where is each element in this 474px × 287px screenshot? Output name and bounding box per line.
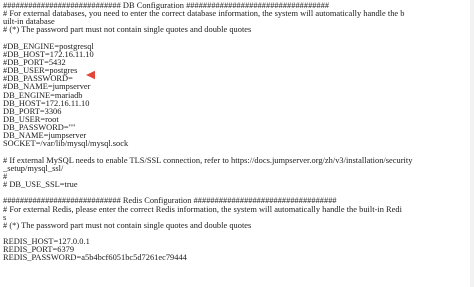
code-line: # (*) The password part must not contain… [3, 25, 252, 35]
code-line: SOCKET=/var/lib/mysql/mysql.sock [3, 139, 129, 149]
code-line: REDIS_PASSWORD=a5b4bcf6051bc5d7261ec7944… [3, 253, 187, 263]
text-editor[interactable]: ############################ DB Configur… [0, 0, 474, 287]
code-line: # For external Redis, please enter the c… [3, 204, 402, 214]
vertical-scrollbar[interactable] [470, 0, 474, 287]
red-arrow-annotation [86, 70, 141, 80]
code-line: # (*) The password part must not contain… [3, 220, 252, 230]
code-line: _setup/mysql_ssl/ [3, 163, 64, 173]
code-line: # If external MySQL needs to enable TLS/… [3, 155, 413, 165]
code-line: # For external databases, you need to en… [3, 9, 405, 19]
code-line: DB_PORT=3306 [3, 106, 62, 116]
code-line: # DB_USE_SSL=true [3, 180, 78, 190]
config-text: ############################ DB Configur… [3, 1, 413, 263]
code-line: DB_HOST=172.16.11.10 [3, 98, 90, 108]
